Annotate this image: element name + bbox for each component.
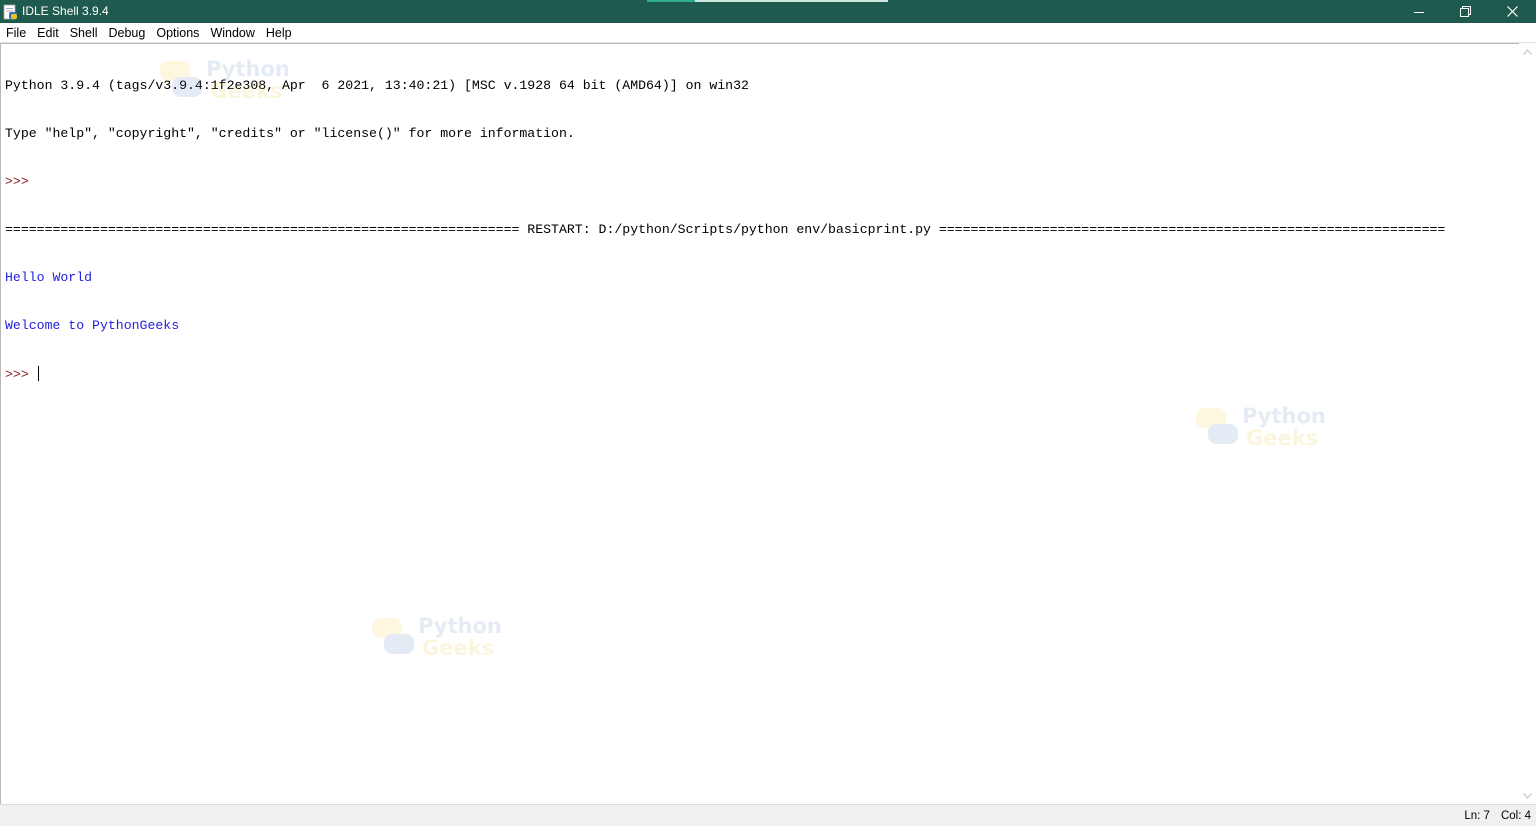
idle-app-icon[interactable] — [3, 4, 19, 20]
menu-window[interactable]: Window — [204, 23, 259, 43]
shell-prompt-line: >>> — [5, 174, 37, 189]
close-icon — [1507, 6, 1518, 17]
title-accent-bar — [647, 0, 888, 2]
minimize-button[interactable] — [1395, 0, 1442, 23]
menu-bar: File Edit Shell Debug Options Window Hel… — [0, 23, 1536, 43]
menu-debug[interactable]: Debug — [103, 23, 151, 43]
vertical-scrollbar[interactable] — [1519, 43, 1536, 804]
window-title: IDLE Shell 3.9.4 — [22, 4, 109, 18]
idle-shell-window: IDLE Shell 3.9.4 File Edit Shell Debug O… — [0, 0, 1536, 826]
menu-help[interactable]: Help — [260, 23, 297, 43]
menu-edit[interactable]: Edit — [31, 23, 64, 43]
status-column: Col: 4 — [1500, 809, 1531, 822]
shell-text-area[interactable]: Python 3.9.4 (tags/v3.9.4:1f2e308, Apr 6… — [0, 43, 1519, 804]
shell-output-line: Welcome to PythonGeeks — [5, 318, 180, 333]
menu-shell[interactable]: Shell — [64, 23, 103, 43]
menu-file[interactable]: File — [0, 23, 31, 43]
status-line: Ln: 7 — [1464, 809, 1490, 822]
restore-button[interactable] — [1442, 0, 1489, 23]
minimize-icon — [1413, 11, 1424, 13]
window-controls — [1395, 0, 1536, 23]
menu-options[interactable]: Options — [150, 23, 204, 43]
restore-icon — [1460, 6, 1471, 17]
shell-info-line: Type "help", "copyright", "credits" or "… — [5, 126, 575, 141]
title-bar[interactable]: IDLE Shell 3.9.4 — [0, 0, 1536, 23]
shell-banner-line: Python 3.9.4 (tags/v3.9.4:1f2e308, Apr 6… — [5, 78, 749, 93]
text-cursor — [37, 366, 39, 381]
shell-active-line[interactable]: >>> — [5, 366, 1519, 382]
shell-restart-line: ========================================… — [5, 222, 1446, 237]
status-bar: Ln: 7 Col: 4 — [0, 804, 1536, 826]
scroll-down-icon[interactable] — [1519, 787, 1536, 804]
scroll-up-icon[interactable] — [1519, 43, 1536, 60]
shell-output-line: Hello World — [5, 270, 93, 285]
close-button[interactable] — [1489, 0, 1536, 23]
shell-prompt: >>> — [5, 367, 37, 382]
